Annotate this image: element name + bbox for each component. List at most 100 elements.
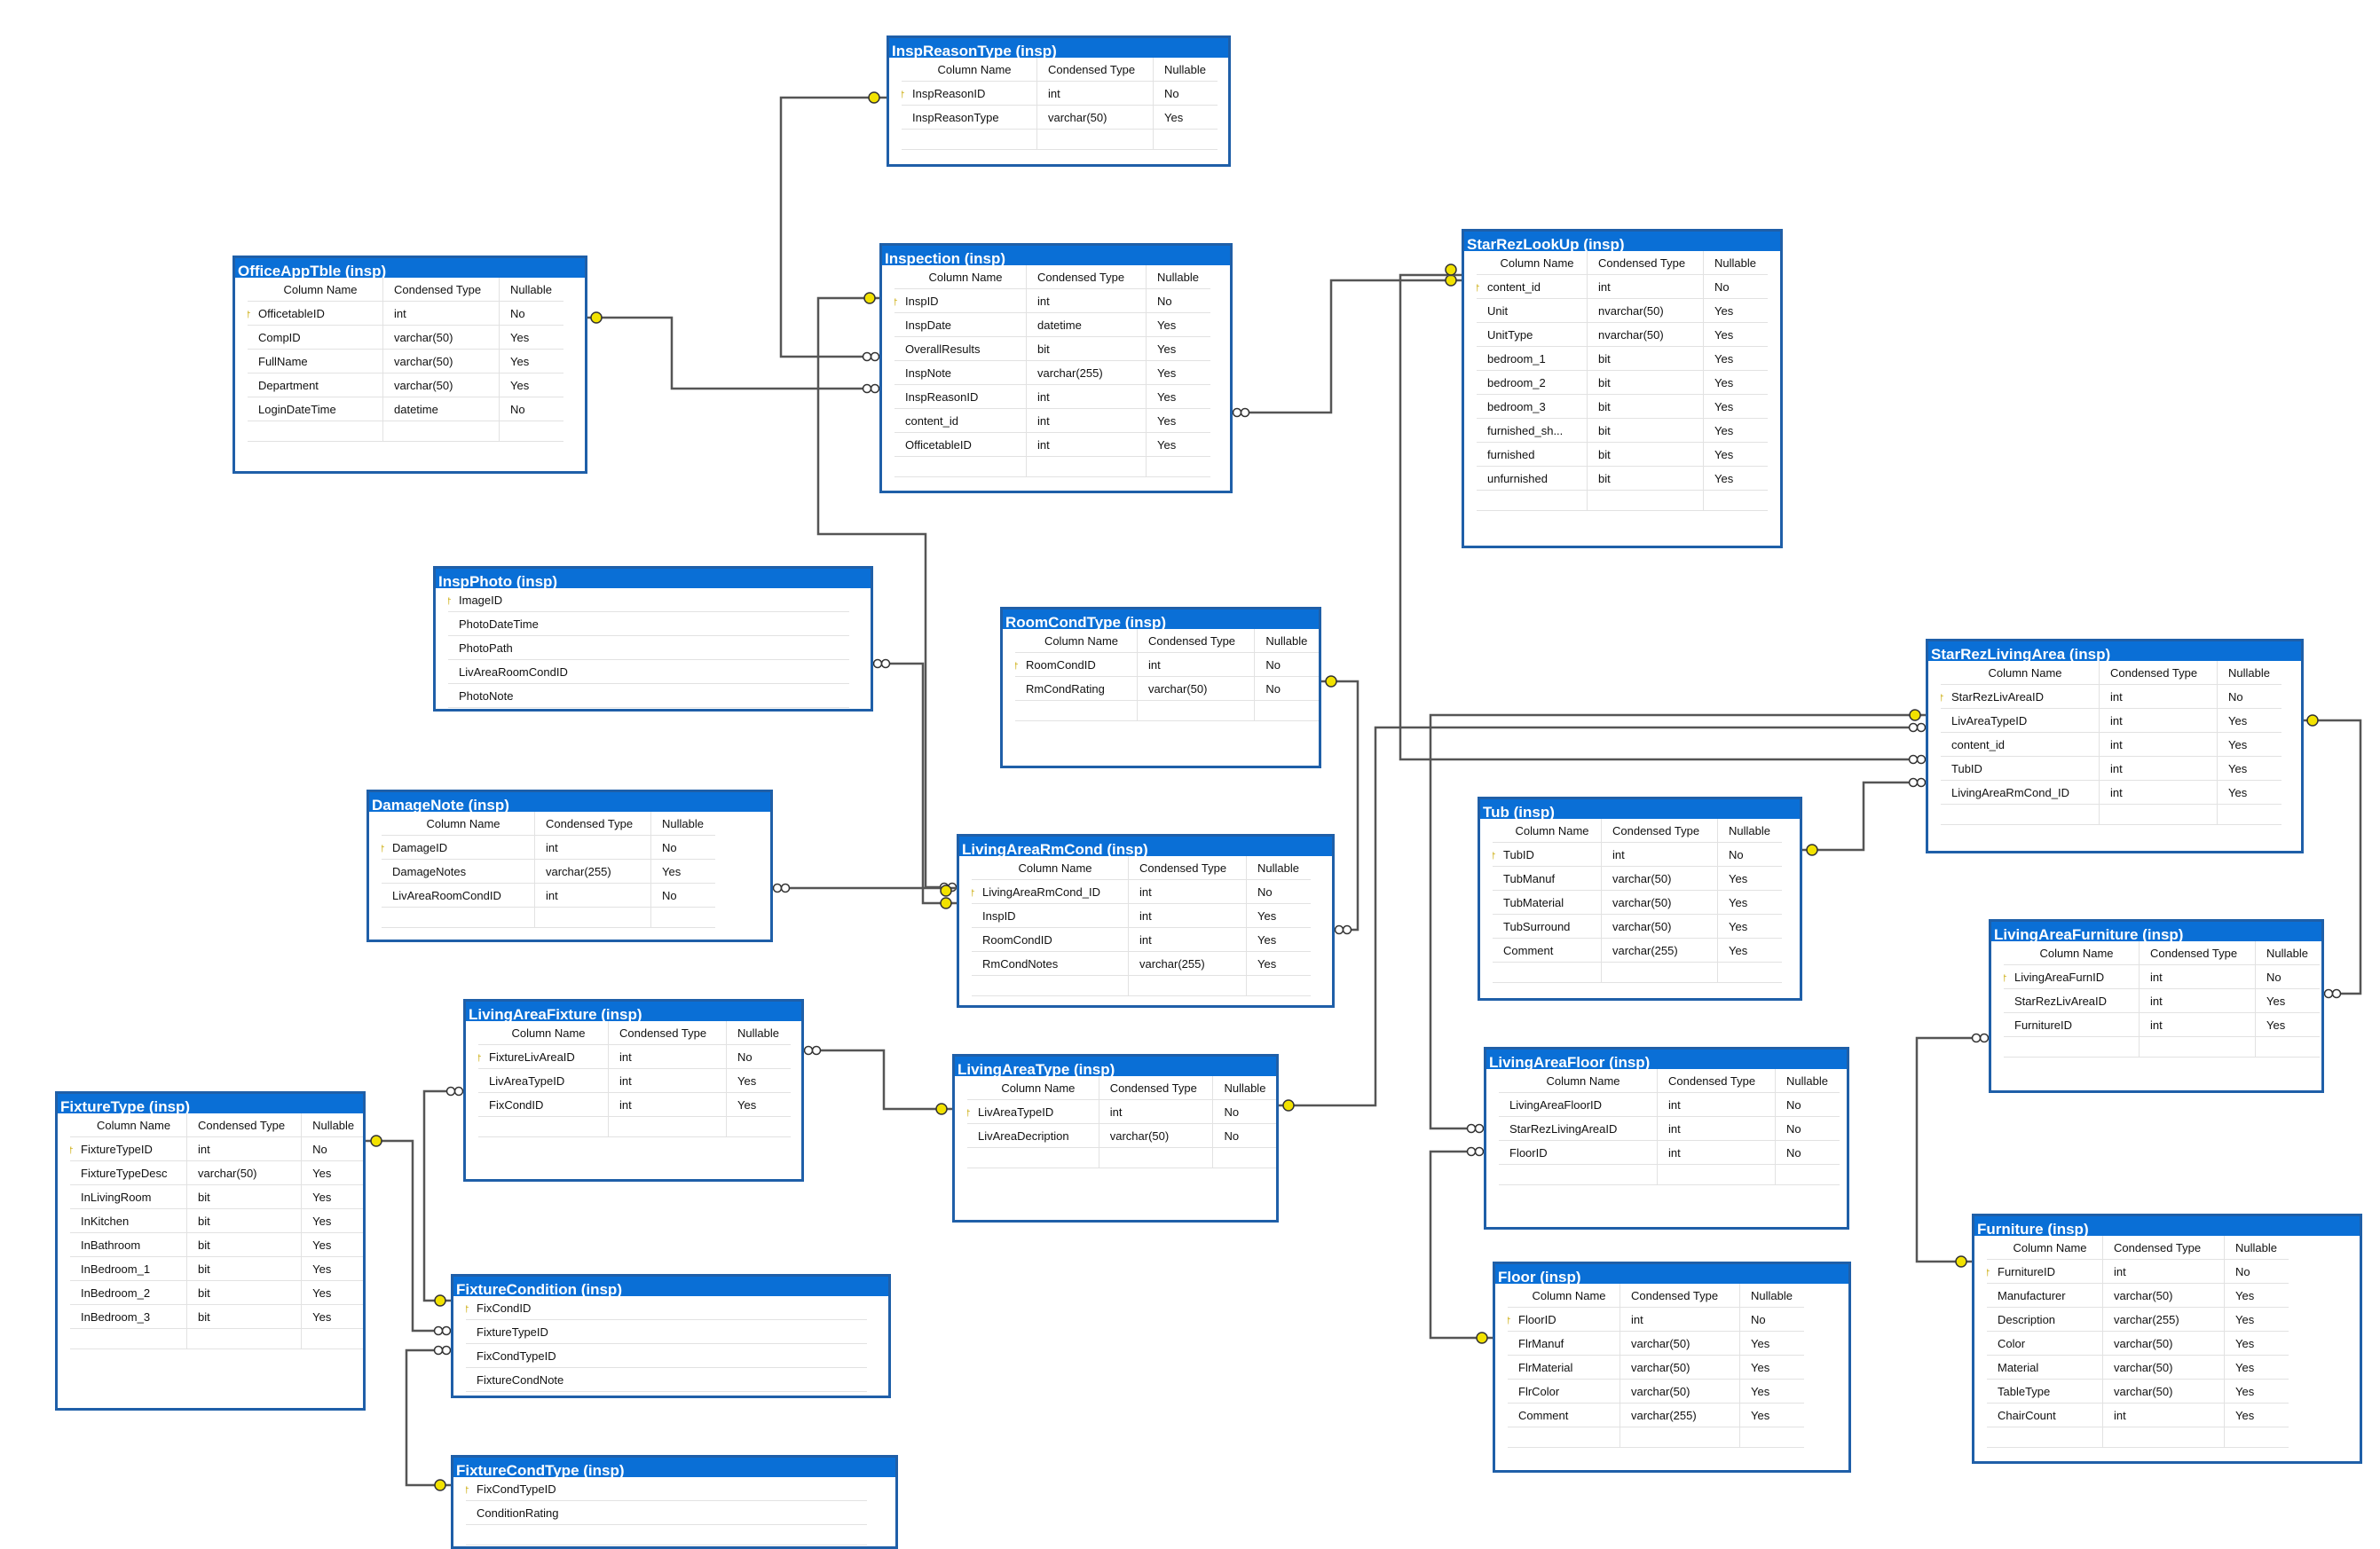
- table-title[interactable]: FixtureCondition (insp): [453, 1277, 888, 1296]
- table-title[interactable]: InspPhoto (insp): [436, 569, 871, 588]
- column-row[interactable]: InBedroom_2 bit Yes: [70, 1280, 363, 1305]
- column-row[interactable]: FlrColor varchar(50) Yes: [1508, 1379, 1804, 1404]
- table-star-rez-look-up[interactable]: StarRezLookUp (insp) Column Name Condensed…: [1462, 229, 1783, 548]
- column-row[interactable]: InKitchen bit Yes: [70, 1208, 363, 1233]
- column-row[interactable]: InspReasonType varchar(50) Yes: [902, 105, 1218, 130]
- column-row[interactable]: furnished_sh... bit Yes: [1477, 418, 1768, 443]
- table-fixture-type[interactable]: FixtureType (insp) Column Name Condensed T…: [55, 1091, 366, 1411]
- table-title[interactable]: DamageNote (insp): [369, 792, 770, 812]
- column-row[interactable]: InBedroom_3 bit Yes: [70, 1304, 363, 1329]
- column-row[interactable]: InBedroom_1 bit Yes: [70, 1256, 363, 1281]
- column-row[interactable]: InspReasonID int Yes: [894, 384, 1210, 409]
- table-title[interactable]: LivingAreaFixture (insp): [466, 1002, 801, 1021]
- column-row[interactable]: content_id int Yes: [894, 408, 1210, 433]
- column-row[interactable]: ConditionRating: [466, 1500, 867, 1525]
- column-row[interactable]: †LivingAreaRmCond_IDintNo: [972, 879, 1311, 904]
- table-living-area-furniture[interactable]: LivingAreaFurniture (insp) Column Name Con…: [1989, 919, 2324, 1093]
- column-row[interactable]: †StarRezLivAreaIDintNo: [1941, 684, 2281, 709]
- column-row[interactable]: FixCondTypeID: [466, 1343, 867, 1368]
- column-row[interactable]: FixCondID int Yes: [478, 1092, 791, 1117]
- column-row[interactable]: LivAreaTypeID int Yes: [478, 1068, 791, 1093]
- column-row[interactable]: Description varchar(255) Yes: [1987, 1307, 2289, 1332]
- column-row[interactable]: furnished bit Yes: [1477, 442, 1768, 467]
- table-title[interactable]: FixtureCondType (insp): [453, 1458, 895, 1477]
- table-title[interactable]: Tub (insp): [1480, 799, 1800, 819]
- table-fixture-condition[interactable]: FixtureCondition (insp)†FixCondID Fixture…: [451, 1274, 891, 1398]
- column-row[interactable]: RmCondRating varchar(50) No: [1015, 676, 1319, 701]
- column-row[interactable]: DamageNotes varchar(255) Yes: [382, 859, 715, 884]
- column-row[interactable]: LivAreaDecription varchar(50) No: [967, 1123, 1276, 1148]
- column-row[interactable]: †FixtureLivAreaIDintNo: [478, 1044, 791, 1069]
- column-row[interactable]: †DamageIDintNo: [382, 835, 715, 860]
- table-inspection[interactable]: Inspection (insp) Column Name Condensed Ty…: [879, 243, 1233, 493]
- column-row[interactable]: FurnitureID int Yes: [2004, 1012, 2320, 1037]
- column-row[interactable]: †RoomCondIDintNo: [1015, 652, 1319, 677]
- column-row[interactable]: Comment varchar(255) Yes: [1508, 1403, 1804, 1427]
- column-row[interactable]: †FixCondTypeID: [466, 1477, 867, 1501]
- column-row[interactable]: †OfficetableIDintNo: [248, 301, 563, 326]
- column-row[interactable]: †FixCondID: [466, 1296, 867, 1320]
- column-row[interactable]: TableType varchar(50) Yes: [1987, 1379, 2289, 1404]
- column-row[interactable]: InspDate datetime Yes: [894, 312, 1210, 337]
- column-row[interactable]: PhotoPath: [448, 635, 849, 660]
- table-insp-photo[interactable]: InspPhoto (insp)†ImageID PhotoDateTime Pho…: [433, 566, 873, 712]
- column-row[interactable]: Comment varchar(255) Yes: [1493, 938, 1782, 963]
- column-row[interactable]: RoomCondID int Yes: [972, 927, 1311, 952]
- table-title[interactable]: FixtureType (insp): [58, 1094, 363, 1113]
- column-row[interactable]: StarRezLivAreaID int Yes: [2004, 988, 2320, 1013]
- column-row[interactable]: bedroom_3 bit Yes: [1477, 394, 1768, 419]
- column-row[interactable]: †FloorIDintNo: [1508, 1307, 1804, 1332]
- column-row[interactable]: Material varchar(50) Yes: [1987, 1355, 2289, 1380]
- column-row[interactable]: Department varchar(50) Yes: [248, 373, 563, 397]
- column-row[interactable]: TubID int Yes: [1941, 756, 2281, 781]
- table-damage-note[interactable]: DamageNote (insp) Column Name Condensed Ty…: [366, 790, 773, 942]
- table-living-area-fixture[interactable]: LivingAreaFixture (insp) Column Name Conde…: [463, 999, 804, 1182]
- column-row[interactable]: bedroom_2 bit Yes: [1477, 370, 1768, 395]
- column-row[interactable]: FixtureTypeID: [466, 1319, 867, 1344]
- column-row[interactable]: FixtureTypeDesc varchar(50) Yes: [70, 1160, 363, 1185]
- column-row[interactable]: LoginDateTime datetime No: [248, 397, 563, 421]
- column-row[interactable]: †TubIDintNo: [1493, 842, 1782, 867]
- table-title[interactable]: LivingAreaFurniture (insp): [1991, 922, 2321, 941]
- column-row[interactable]: CompID varchar(50) Yes: [248, 325, 563, 350]
- column-row[interactable]: Unit nvarchar(50) Yes: [1477, 298, 1768, 323]
- column-row[interactable]: PhotoDateTime: [448, 611, 849, 636]
- column-row[interactable]: FloorID int No: [1499, 1140, 1840, 1165]
- table-title[interactable]: Floor (insp): [1495, 1264, 1848, 1284]
- column-row[interactable]: FullName varchar(50) Yes: [248, 349, 563, 373]
- column-row[interactable]: TubMaterial varchar(50) Yes: [1493, 890, 1782, 915]
- column-row[interactable]: †FurnitureIDintNo: [1987, 1259, 2289, 1284]
- table-office-app-tble[interactable]: OfficeAppTble (insp) Column Name Condensed…: [232, 256, 587, 474]
- column-row[interactable]: OverallResults bit Yes: [894, 336, 1210, 361]
- table-tub[interactable]: Tub (insp) Column Name Condensed Type Nulla…: [1478, 797, 1802, 1001]
- column-row[interactable]: InLivingRoom bit Yes: [70, 1184, 363, 1209]
- column-row[interactable]: †content_idintNo: [1477, 274, 1768, 299]
- column-row[interactable]: †FixtureTypeIDintNo: [70, 1136, 363, 1161]
- column-row[interactable]: FixtureCondNote: [466, 1367, 867, 1392]
- table-title[interactable]: RoomCondType (insp): [1003, 609, 1319, 629]
- column-row[interactable]: †ImageID: [448, 588, 849, 612]
- table-room-cond-type[interactable]: RoomCondType (insp) Column Name Condensed …: [1000, 607, 1321, 768]
- column-row[interactable]: PhotoNote: [448, 683, 849, 708]
- table-title[interactable]: StarRezLookUp (insp): [1464, 232, 1780, 251]
- table-title[interactable]: Inspection (insp): [882, 246, 1230, 265]
- column-row[interactable]: LivingAreaFloorID int No: [1499, 1092, 1840, 1117]
- column-row[interactable]: LivAreaRoomCondID: [448, 659, 849, 684]
- column-row[interactable]: InspID int Yes: [972, 903, 1311, 928]
- table-title[interactable]: LivingAreaRmCond (insp): [959, 837, 1332, 856]
- table-fixture-cond-type[interactable]: FixtureCondType (insp)†FixCondTypeID Cond…: [451, 1455, 898, 1549]
- column-row[interactable]: LivingAreaRmCond_ID int Yes: [1941, 780, 2281, 805]
- column-row[interactable]: TubManuf varchar(50) Yes: [1493, 866, 1782, 891]
- table-title[interactable]: LivingAreaType (insp): [955, 1057, 1276, 1076]
- column-row[interactable]: LivAreaTypeID int Yes: [1941, 708, 2281, 733]
- table-living-area-type[interactable]: LivingAreaType (insp) Column Name Condense…: [952, 1054, 1279, 1223]
- column-row[interactable]: FlrMaterial varchar(50) Yes: [1508, 1355, 1804, 1380]
- table-title[interactable]: StarRezLivingArea (insp): [1928, 641, 2301, 661]
- table-living-area-floor[interactable]: LivingAreaFloor (insp) Column Name Condens…: [1484, 1047, 1849, 1230]
- table-star-rez-living-area[interactable]: StarRezLivingArea (insp) Column Name Conde…: [1926, 639, 2304, 853]
- column-row[interactable]: TubSurround varchar(50) Yes: [1493, 914, 1782, 939]
- table-furniture[interactable]: Furniture (insp) Column Name Condensed Typ…: [1972, 1214, 2362, 1464]
- column-row[interactable]: OfficetableID int Yes: [894, 432, 1210, 457]
- column-row[interactable]: Color varchar(50) Yes: [1987, 1331, 2289, 1356]
- table-floor[interactable]: Floor (insp) Column Name Condensed Type Nul…: [1493, 1262, 1851, 1473]
